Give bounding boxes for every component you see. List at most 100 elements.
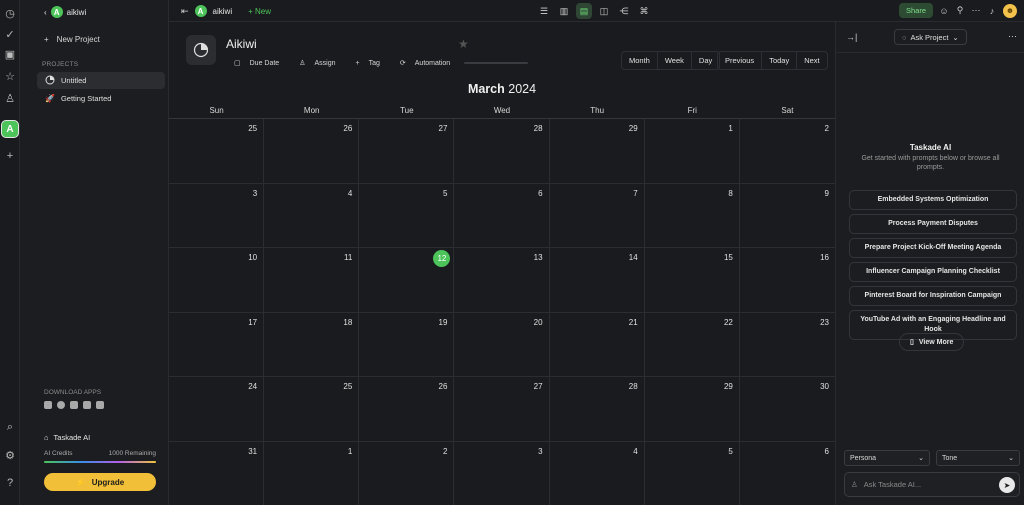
calendar-day-cell[interactable]: 6: [740, 442, 835, 505]
calendar-day-cell[interactable]: 11: [264, 248, 360, 313]
plus-icon[interactable]: +: [3, 149, 17, 163]
calendar-day-cell[interactable]: 2: [359, 441, 455, 505]
apple-icon[interactable]: [44, 401, 52, 409]
project-icon-large[interactable]: [186, 35, 216, 65]
share-button[interactable]: Share: [898, 3, 933, 18]
project-title[interactable]: Aikiwi: [226, 37, 257, 51]
prompt-suggestion[interactable]: Prepare Project Kick-Off Meeting Agenda: [849, 238, 1017, 258]
project-item-untitled[interactable]: Untitled: [37, 72, 165, 89]
calendar-day-cell[interactable]: 28: [454, 119, 550, 184]
calendar-day-cell[interactable]: 21: [549, 312, 645, 377]
calendar-day-cell[interactable]: 15: [644, 248, 740, 313]
calendar-view-icon[interactable]: ▤: [576, 3, 592, 19]
send-icon[interactable]: ➤: [999, 477, 1015, 493]
clock-icon[interactable]: ◷: [3, 6, 17, 20]
people-icon[interactable]: ♙: [3, 91, 17, 105]
calendar-day-cell[interactable]: 8: [644, 183, 740, 248]
prompt-suggestion[interactable]: Embedded Systems Optimization: [849, 190, 1017, 210]
day-button[interactable]: Day: [692, 52, 719, 69]
calendar-day-cell[interactable]: 3: [454, 441, 550, 505]
calendar-day-cell[interactable]: 23: [739, 313, 835, 377]
assign-button[interactable]: ♙ Assign: [293, 57, 341, 69]
calendar-day-cell[interactable]: 5: [359, 183, 455, 248]
calendar-day-cell[interactable]: 25: [169, 119, 265, 184]
browser-icon[interactable]: [96, 401, 104, 409]
star-icon[interactable]: ★: [458, 37, 469, 51]
upgrade-button[interactable]: ⚡ Upgrade: [44, 473, 156, 491]
menu-toggle-icon[interactable]: ⇤: [181, 6, 189, 17]
calendar-day-cell[interactable]: 29: [549, 119, 645, 184]
chrome-icon[interactable]: [57, 401, 65, 409]
collapse-panel-icon[interactable]: →|: [846, 32, 857, 42]
automation-button[interactable]: ⟳ Automation: [394, 57, 456, 69]
calendar-day-cell[interactable]: 26: [359, 377, 455, 442]
bell-icon[interactable]: ♪: [987, 6, 997, 16]
calendar-day-cell[interactable]: 30: [739, 377, 835, 442]
workspace-header[interactable]: ‹ A aikiwi: [44, 6, 86, 18]
view-more-button[interactable]: ▯ View More: [899, 333, 965, 351]
check-circle-icon[interactable]: ✓: [3, 27, 17, 41]
calendar-day-cell[interactable]: 5: [645, 441, 740, 505]
tag-button[interactable]: + Tag: [350, 58, 386, 69]
calendar-day-cell[interactable]: 9: [739, 184, 835, 248]
next-button[interactable]: Next: [797, 52, 826, 69]
calendar-day-cell[interactable]: 18: [264, 312, 360, 377]
calendar-day-cell[interactable]: 7: [549, 183, 645, 248]
calendar-day-cell[interactable]: 20: [454, 312, 550, 377]
calendar-day-cell[interactable]: 29: [644, 377, 740, 442]
calendar-day-cell[interactable]: 10: [169, 248, 265, 313]
android-icon[interactable]: [83, 401, 91, 409]
calendar-day-cell[interactable]: 26: [264, 119, 360, 184]
week-button[interactable]: Week: [658, 52, 692, 69]
calendar-day-cell[interactable]: 16: [739, 248, 835, 313]
gear-icon[interactable]: ⚙: [3, 448, 17, 462]
more-icon[interactable]: ⋯: [971, 5, 981, 16]
prompt-suggestion[interactable]: Process Payment Disputes: [849, 214, 1017, 234]
windows-icon[interactable]: [70, 401, 78, 409]
calendar-day-cell[interactable]: 25: [264, 377, 360, 442]
calendar-day-cell[interactable]: 1: [644, 119, 740, 184]
calendar-icon[interactable]: ▣: [3, 47, 17, 61]
table-view-icon[interactable]: ◫: [596, 3, 612, 19]
project-item-getting-started[interactable]: 🚀 Getting Started: [37, 90, 165, 107]
today-button[interactable]: Today: [762, 52, 798, 69]
tone-select[interactable]: Tone ⌄: [936, 450, 1020, 466]
previous-button[interactable]: Previous: [718, 52, 763, 69]
help-icon[interactable]: ?: [3, 476, 17, 490]
filter-icon[interactable]: ⚲: [955, 5, 965, 16]
workspace-avatar[interactable]: A: [1, 120, 19, 138]
calendar-day-cell[interactable]: 27: [454, 377, 550, 442]
month-button[interactable]: Month: [622, 52, 658, 69]
board-view-icon[interactable]: ▥: [556, 3, 572, 19]
prompt-suggestion[interactable]: Influencer Campaign Planning Checklist: [849, 262, 1017, 282]
mindmap-view-icon[interactable]: ⋲: [616, 3, 632, 19]
new-project-button[interactable]: + New Project: [44, 35, 100, 44]
calendar-day-cell[interactable]: 4: [550, 441, 645, 505]
search-icon[interactable]: ⌕: [3, 420, 17, 434]
org-chart-view-icon[interactable]: ⌘: [636, 3, 652, 19]
calendar-day-cell[interactable]: 4: [264, 183, 360, 248]
list-view-icon[interactable]: ☰: [536, 3, 552, 19]
ask-project-dropdown[interactable]: ◌ Ask Project ⌄: [894, 29, 967, 45]
calendar-day-cell[interactable]: 6: [454, 183, 550, 248]
calendar-day-cell[interactable]: 17: [169, 312, 265, 377]
workspace-name[interactable]: aikiwi: [213, 7, 233, 16]
taskade-ai-row[interactable]: ⌂ Taskade AI: [44, 433, 90, 442]
calendar-day-cell[interactable]: 14: [549, 248, 645, 313]
ask-ai-input[interactable]: ♙ Ask Taskade AI... ➤: [844, 472, 1020, 497]
calendar-day-cell[interactable]: 24: [169, 377, 265, 442]
prompt-suggestion[interactable]: Pinterest Board for Inspiration Campaign: [849, 286, 1017, 306]
calendar-day-cell[interactable]: 2: [739, 119, 835, 184]
user-avatar[interactable]: ☻: [1003, 3, 1017, 18]
star-icon[interactable]: ☆: [3, 69, 17, 83]
calendar-day-cell[interactable]: 31: [169, 441, 265, 505]
calendar-day-cell[interactable]: 22: [644, 312, 740, 377]
persona-select[interactable]: Persona ⌄: [844, 450, 930, 466]
calendar-day-cell[interactable]: 19: [359, 312, 455, 377]
calendar-day-cell[interactable]: 1: [264, 441, 360, 505]
more-icon[interactable]: ⋯: [1008, 31, 1017, 42]
calendar-day-cell[interactable]: 12: [359, 248, 455, 313]
chevron-left-icon[interactable]: ‹: [44, 8, 47, 17]
ai-agent-icon[interactable]: ☺: [939, 6, 949, 16]
calendar-day-cell[interactable]: 13: [454, 248, 550, 313]
